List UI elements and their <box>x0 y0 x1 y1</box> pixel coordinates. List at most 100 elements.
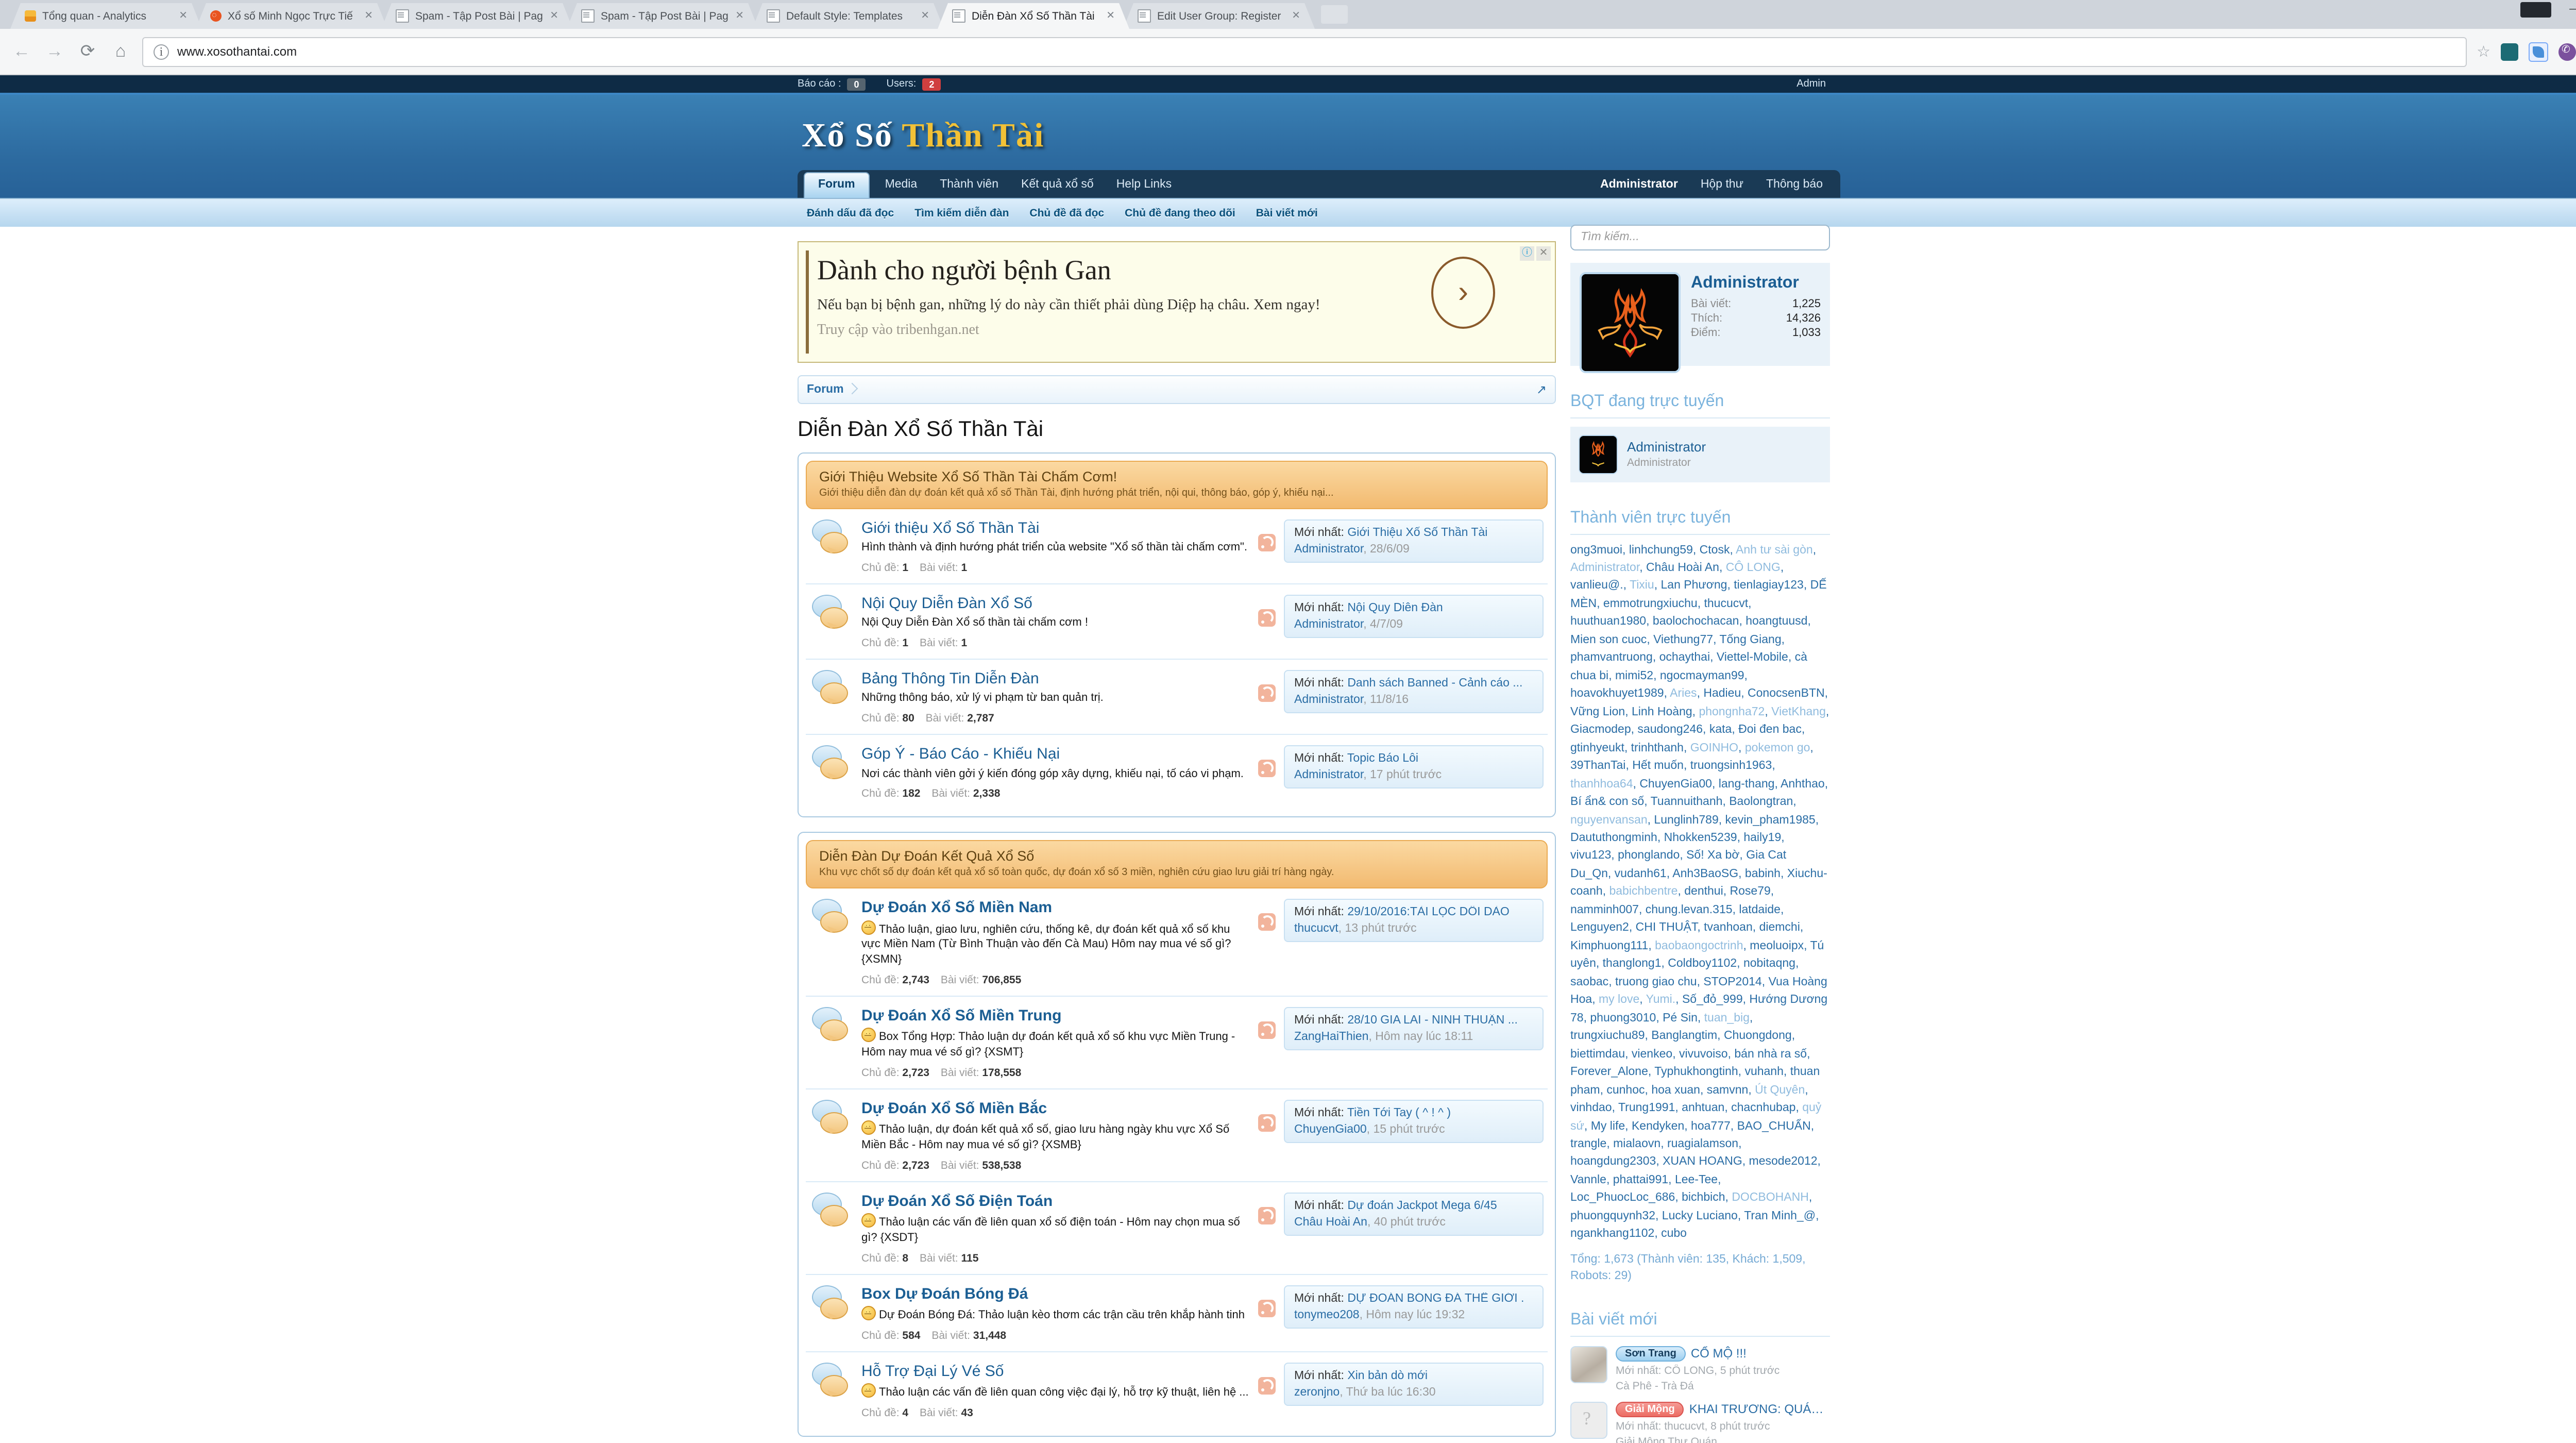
post-prefix-badge[interactable]: Giải Mộng <box>1616 1402 1684 1417</box>
latest-thread-link[interactable]: Dự đoán Jackpot Mega 6/45 <box>1347 1200 1497 1212</box>
member-link[interactable]: truongsinh1963 <box>1690 760 1775 772</box>
latest-user-link[interactable]: Châu Hoài An <box>1294 1216 1367 1229</box>
member-link[interactable]: Kendyken <box>1632 1120 1691 1132</box>
member-link[interactable]: Viethung77 <box>1653 634 1719 646</box>
browser-tab[interactable]: Spam - Tập Post Bài | Pag ✕ <box>381 3 573 29</box>
new-posts-heading[interactable]: Bài viết mới <box>1570 1307 1830 1337</box>
member-link[interactable]: phonglando <box>1618 850 1686 862</box>
rss-feed-icon[interactable] <box>1258 914 1276 931</box>
member-link[interactable]: Viettel-Mobile <box>1717 652 1795 664</box>
member-link[interactable]: phamvantruong <box>1570 652 1659 664</box>
member-link[interactable]: phongnha72 <box>1699 706 1771 718</box>
latest-thread-link[interactable]: Danh sách Banned - Cảnh cáo ... <box>1347 677 1522 690</box>
address-bar[interactable]: i www.xosothantai.com <box>142 37 2466 66</box>
member-link[interactable]: Hết muốn <box>1632 760 1690 772</box>
member-link[interactable]: vinhdao <box>1570 1102 1618 1114</box>
member-link[interactable]: ochaythai <box>1659 652 1717 664</box>
member-link[interactable]: bichbich <box>1682 1192 1732 1204</box>
latest-thread-link[interactable]: DỰ ĐOÁN BÓNG ĐÁ THẾ GIỚI . <box>1347 1293 1524 1305</box>
post-title-link[interactable]: CỔ MỘ !!! <box>1691 1347 1747 1361</box>
latest-user-link[interactable]: ZangHaiThien <box>1294 1031 1368 1043</box>
tab-close-icon[interactable]: ✕ <box>735 10 744 22</box>
reload-icon[interactable]: ⟳ <box>76 41 99 62</box>
member-link[interactable]: Bí ẩn& con số <box>1570 796 1651 808</box>
nav-tab[interactable]: Help Links <box>1105 178 1183 190</box>
adchoices-info-icon[interactable]: ⓘ <box>1520 246 1534 261</box>
users-count-badge[interactable]: 2 <box>922 78 941 90</box>
member-link[interactable]: hoangdung2303 <box>1570 1156 1663 1168</box>
rss-feed-icon[interactable] <box>1258 1114 1276 1132</box>
member-link[interactable]: Số_đỏ_999 <box>1682 994 1749 1006</box>
member-link[interactable]: CHI THUẬT <box>1636 922 1704 934</box>
latest-thread-link[interactable]: Giới Thiệu Xổ Số Thần Tài <box>1347 527 1487 539</box>
forum-title-link[interactable]: Nội Quy Diễn Đàn Xổ Số <box>861 595 1032 613</box>
nav-user-link[interactable]: Administrator <box>1589 178 1689 190</box>
category-title[interactable]: Diễn Đàn Dự Đoán Kết Quả Xổ Số <box>819 849 1534 864</box>
member-link[interactable]: Pé Sin <box>1663 1012 1704 1024</box>
latest-user-link[interactable]: Administrator <box>1294 618 1363 631</box>
member-link[interactable]: Ctosk <box>1700 544 1736 556</box>
rss-feed-icon[interactable] <box>1258 760 1276 778</box>
subnav-link[interactable]: Tìm kiếm diễn đàn <box>905 207 1018 219</box>
tab-close-icon[interactable]: ✕ <box>1106 10 1115 22</box>
report-count-badge[interactable]: 0 <box>848 78 866 90</box>
member-link[interactable]: diemchi <box>1759 922 1804 934</box>
latest-user-link[interactable]: zeronjno <box>1294 1386 1340 1399</box>
member-link[interactable]: 39ThanTai <box>1570 760 1632 772</box>
member-link[interactable]: Anh3BaoSG <box>1672 868 1745 880</box>
minimize-button[interactable]: ─ <box>2569 4 2576 15</box>
browser-tab[interactable]: Xổ số Minh Ngọc Trực Tiế ✕ <box>196 3 387 29</box>
rss-feed-icon[interactable] <box>1258 1021 1276 1039</box>
member-link[interactable]: Baolongtran <box>1729 796 1796 808</box>
member-link[interactable]: Nhokken5239 <box>1664 832 1744 844</box>
member-link[interactable]: vanlieu@. <box>1570 580 1630 592</box>
member-link[interactable]: thucucvt <box>1704 598 1752 610</box>
member-link[interactable]: Hadieu <box>1703 688 1748 700</box>
rss-feed-icon[interactable] <box>1258 1377 1276 1395</box>
member-link[interactable]: Lunglinh789 <box>1654 814 1725 826</box>
member-link[interactable]: cunhoc <box>1606 1084 1651 1096</box>
member-link[interactable]: ong3muoi <box>1570 544 1629 556</box>
member-link[interactable]: Rose79 <box>1730 886 1774 898</box>
post-prefix-badge[interactable]: Sơn Trang <box>1616 1346 1686 1362</box>
latest-thread-link[interactable]: 29/10/2016:TÀI LỘC DỒI DÀO <box>1347 907 1510 919</box>
new-tab-button[interactable] <box>1321 5 1348 24</box>
member-link[interactable]: Lan Phương <box>1661 580 1734 592</box>
member-link[interactable]: emmotrungxiuchu <box>1603 598 1704 610</box>
member-link[interactable]: meoluoipx <box>1750 940 1810 952</box>
latest-user-link[interactable]: Administrator <box>1294 694 1363 706</box>
member-link[interactable]: cubo <box>1661 1228 1687 1240</box>
forum-title-link[interactable]: Dự Đoán Xổ Số Điện Toán <box>861 1193 1053 1211</box>
rss-feed-icon[interactable] <box>1258 684 1276 702</box>
browser-tab[interactable]: Tổng quan - Analytics ✕ <box>10 3 202 29</box>
member-link[interactable]: Anh tư sài gòn <box>1736 544 1816 556</box>
member-link[interactable]: gtinhyeukt <box>1570 742 1631 754</box>
browser-tab[interactable]: Edit User Group: Register ✕ <box>1123 3 1315 29</box>
ad-title[interactable]: Dành cho người bệnh Gan <box>817 255 1540 287</box>
breadcrumb-tool-icon[interactable]: ↗ <box>1536 382 1547 397</box>
forum-title-link[interactable]: Dự Đoán Xổ Số Miền Nam <box>861 899 1052 917</box>
member-link[interactable]: linhchung59 <box>1629 544 1700 556</box>
latest-thread-link[interactable]: Nội Quy Diễn Đàn <box>1347 602 1443 614</box>
member-link[interactable]: hoa xuan <box>1651 1084 1706 1096</box>
member-link[interactable]: anhtuan <box>1682 1102 1731 1114</box>
member-link[interactable]: Đoi đen bac <box>1738 724 1805 736</box>
member-link[interactable]: kevin_pham1985 <box>1725 814 1819 826</box>
ad-close-icon[interactable]: ✕ <box>1536 246 1551 261</box>
member-link[interactable]: Châu Hoài An <box>1646 562 1726 574</box>
member-link[interactable]: denthui <box>1684 886 1730 898</box>
site-logo[interactable]: Xổ Số Thần Tài <box>798 111 1840 170</box>
member-link[interactable]: hoavokhuyet1989 <box>1570 688 1670 700</box>
member-link[interactable]: namminh007 <box>1570 904 1646 916</box>
post-avatar[interactable] <box>1570 1402 1607 1439</box>
member-link[interactable]: Lenguyen2 <box>1570 922 1636 934</box>
subnav-link[interactable]: Đánh dấu đã đọc <box>798 207 903 219</box>
member-link[interactable]: nguyenvansan <box>1570 814 1654 826</box>
member-link[interactable]: pokemon go <box>1745 742 1814 754</box>
member-link[interactable]: samvnn <box>1707 1084 1755 1096</box>
member-link[interactable]: haily19 <box>1743 832 1784 844</box>
nav-user-link[interactable]: Hộp thư <box>1689 178 1755 190</box>
rss-feed-icon[interactable] <box>1258 1300 1276 1317</box>
forum-title-link[interactable]: Dự Đoán Xổ Số Miền Trung <box>861 1007 1061 1025</box>
latest-thread-link[interactable]: Topic Báo Lỗi <box>1347 753 1418 765</box>
